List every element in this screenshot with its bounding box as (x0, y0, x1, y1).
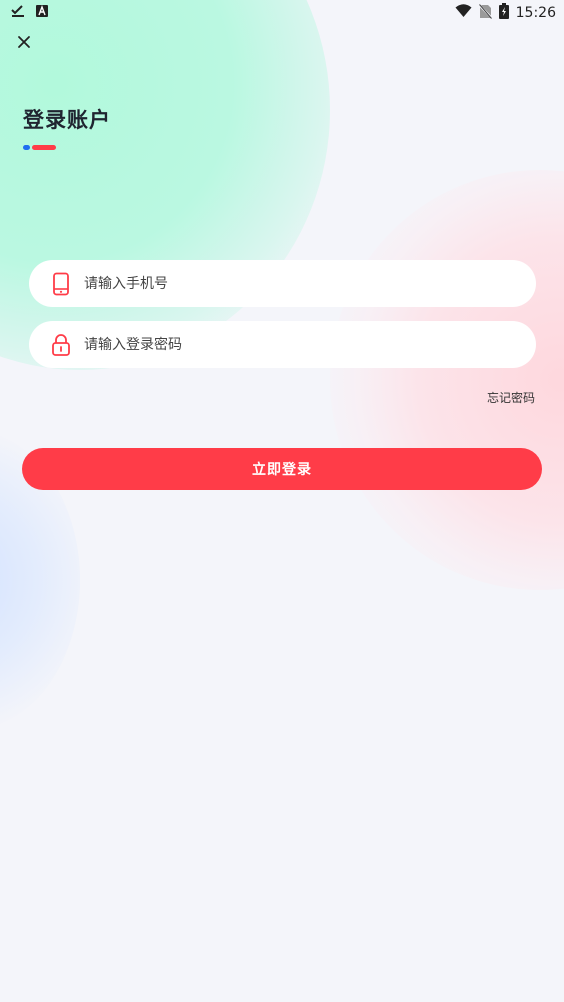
login-button[interactable]: 立即登录 (22, 448, 542, 490)
accent-red-bar (32, 145, 56, 150)
title-accent-bar (23, 145, 56, 150)
background (0, 0, 564, 1002)
background-green-glow (0, 0, 330, 370)
status-bar: 15:26 (0, 0, 564, 24)
lock-icon (49, 333, 73, 357)
status-left-icons (11, 4, 49, 22)
no-sim-icon (477, 3, 493, 23)
phone-input[interactable] (82, 267, 506, 300)
battery-charging-icon (498, 3, 509, 23)
status-time: 15:26 (515, 5, 556, 21)
password-input[interactable] (82, 328, 506, 361)
page-title: 登录账户 (23, 108, 111, 132)
forgot-password-link[interactable]: 忘记密码 (487, 389, 535, 406)
accent-blue-dot (23, 145, 30, 150)
phone-field[interactable] (29, 260, 536, 307)
background-pink-glow (330, 170, 564, 590)
close-icon (18, 36, 30, 48)
checkmark-download-icon (11, 4, 25, 22)
status-right-icons: 15:26 (455, 3, 556, 23)
password-field[interactable] (29, 321, 536, 368)
a-letter-icon (35, 4, 49, 22)
close-button[interactable] (12, 30, 36, 54)
wifi-icon (455, 4, 472, 22)
phone-icon (49, 272, 73, 296)
